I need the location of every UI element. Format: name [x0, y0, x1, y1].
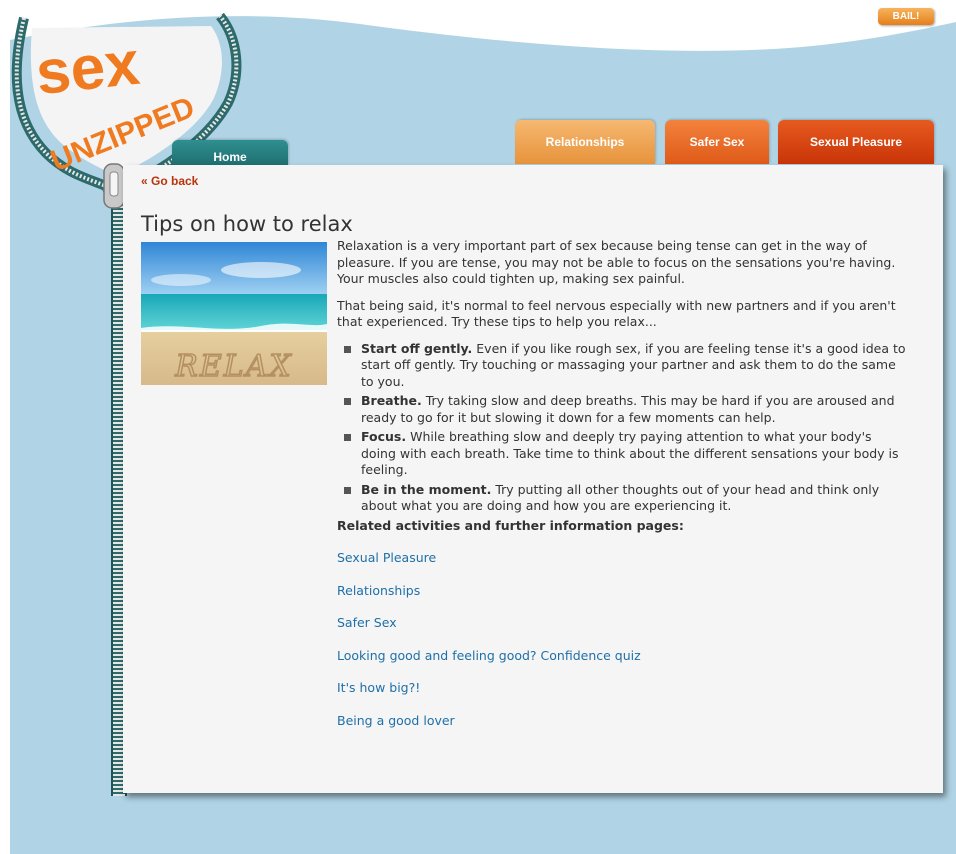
intro-paragraph-1: Relaxation is a very important part of s… [337, 238, 896, 286]
square-bullet-icon [344, 398, 351, 405]
related-heading: Related activities and further informati… [337, 517, 684, 533]
relax-image-text: RELAX [174, 349, 292, 384]
related-link-being-a-good-lover[interactable]: Being a good lover [337, 713, 907, 730]
go-back-link[interactable]: « Go back [141, 174, 198, 188]
related-link-confidence-quiz[interactable]: Looking good and feeling good? Confidenc… [337, 648, 907, 665]
square-bullet-icon [344, 345, 351, 353]
square-bullet-icon [344, 434, 351, 441]
tip-title: Start off gently. [361, 340, 473, 356]
svg-text:sex: sex [33, 29, 144, 108]
tip-title: Be in the moment. [361, 481, 492, 497]
related-link-safer-sex[interactable]: Safer Sex [337, 615, 907, 632]
related-link-its-how-big[interactable]: It's how big?! [337, 680, 907, 697]
tips-list: Start off gently. Even if you like rough… [337, 341, 907, 515]
intro-paragraph-2: That being said, it's normal to feel ner… [337, 297, 896, 330]
list-item: Be in the moment. Try putting all other … [337, 482, 907, 515]
tab-safer-sex[interactable]: Safer Sex [665, 120, 769, 164]
related-link-relationships[interactable]: Relationships [337, 583, 907, 600]
related-link-sexual-pleasure[interactable]: Sexual Pleasure [337, 550, 907, 567]
tab-sexual-pleasure[interactable]: Sexual Pleasure [778, 120, 934, 164]
bail-button[interactable]: BAIL! [878, 8, 934, 25]
list-item: Start off gently. Even if you like rough… [337, 341, 907, 391]
tab-home[interactable]: Home [172, 140, 288, 166]
list-item: Breathe. Try taking slow and deep breath… [337, 393, 907, 426]
tab-relationships[interactable]: Relationships [515, 120, 655, 164]
square-bullet-icon [344, 486, 351, 494]
article-body: Relaxation is a very important part of s… [337, 238, 907, 729]
tip-text: While breathing slow and deeply try payi… [361, 429, 899, 477]
list-item: Focus. While breathing slow and deeply t… [337, 429, 907, 479]
related-links: Sexual Pleasure Relationships Safer Sex … [337, 550, 907, 729]
page-title: Tips on how to relax [141, 212, 353, 236]
relax-beach-image: RELAX [141, 242, 327, 385]
tip-title: Focus. [361, 429, 407, 444]
tip-text: Try taking slow and deep breaths. This m… [361, 393, 895, 425]
tip-title: Breathe. [361, 393, 422, 408]
